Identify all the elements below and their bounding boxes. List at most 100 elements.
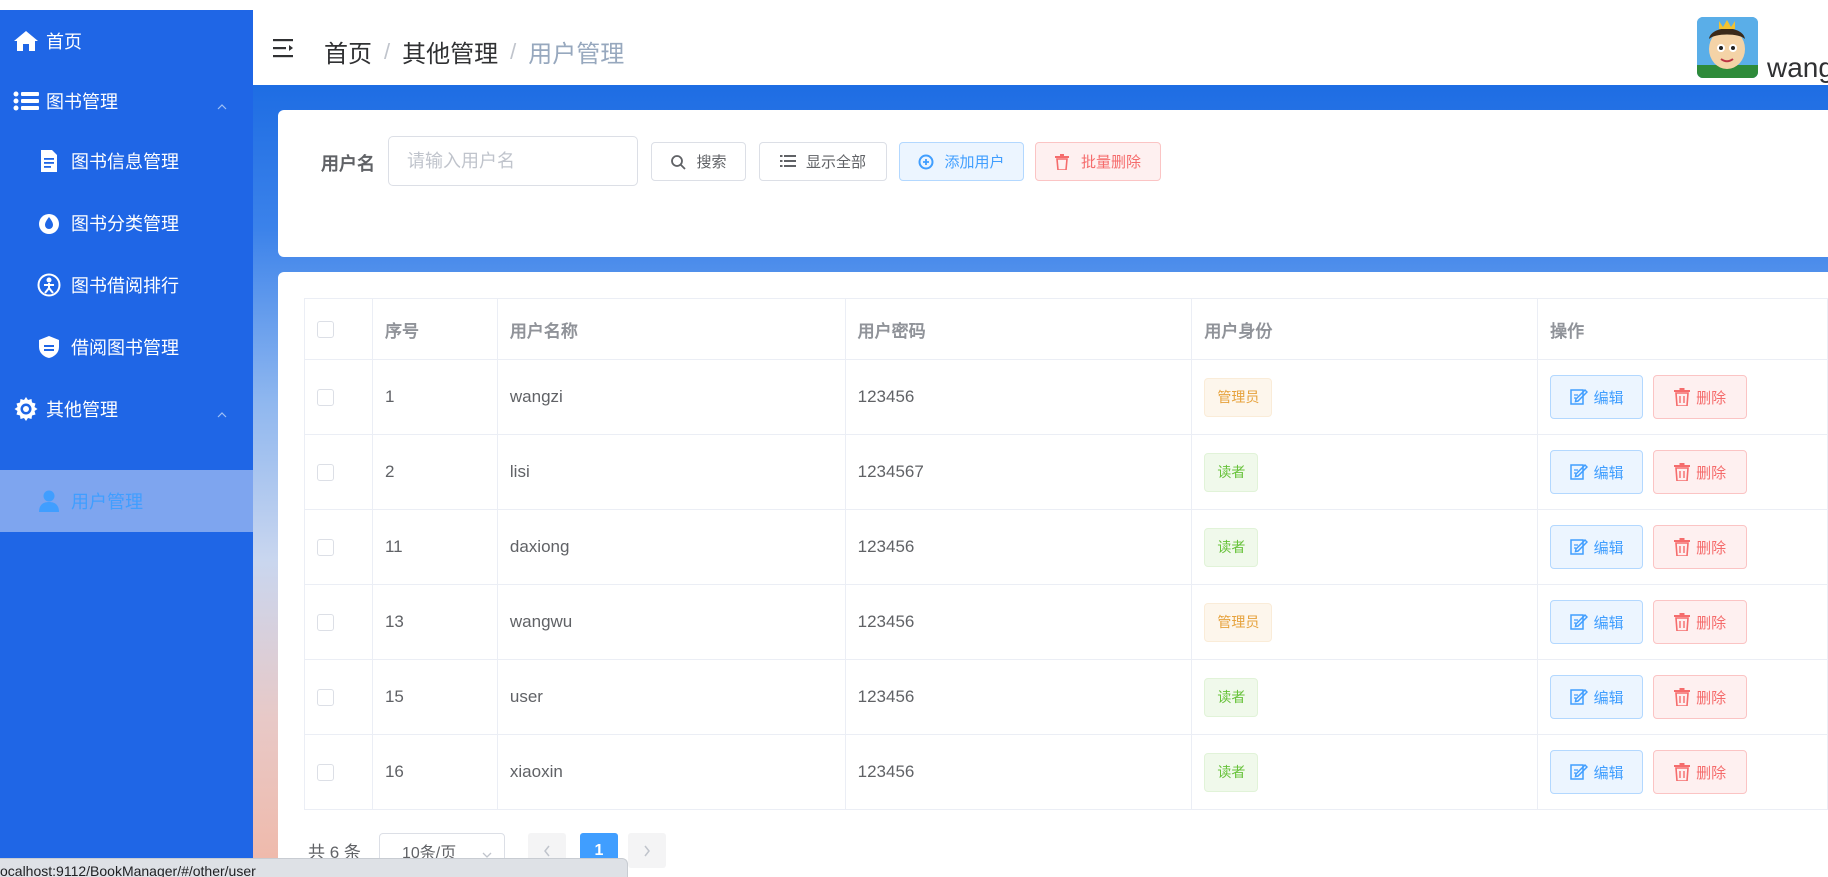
actions-cell: 编辑 删除 <box>1537 734 1828 810</box>
avatar[interactable] <box>1697 17 1758 78</box>
menu-fold-icon[interactable] <box>273 38 295 58</box>
trash-icon <box>1674 388 1691 406</box>
select-cell <box>304 584 373 660</box>
sidebar-item-other-management[interactable]: 其他管理 <box>0 378 253 440</box>
actions-cell: 编辑 删除 <box>1537 659 1828 735</box>
username-search-input[interactable] <box>388 136 638 186</box>
column-header: 操作 <box>1537 298 1828 360</box>
add-circle-icon <box>918 154 934 170</box>
role-tag: 读者 <box>1204 452 1259 492</box>
trash-icon <box>1674 763 1691 781</box>
select-cell <box>304 659 373 735</box>
role-tag: 读者 <box>1204 752 1259 792</box>
sidebar-item-label: 图书分类管理 <box>71 214 179 234</box>
id-cell: 16 <box>371 734 498 810</box>
row-checkbox[interactable] <box>317 614 334 632</box>
table-row[interactable]: 13 wangwu 123456 管理员 编辑 删除 <box>304 584 1828 660</box>
delete-button[interactable]: 删除 <box>1653 600 1748 644</box>
edit-button[interactable]: 编辑 <box>1550 600 1644 644</box>
column-header: 用户名称 <box>496 298 846 360</box>
id-cell: 2 <box>371 434 498 510</box>
id-cell: 11 <box>371 509 498 585</box>
sidebar-item-label: 图书借阅排行 <box>71 276 179 296</box>
sidebar-item-user-management[interactable]: 用户管理 <box>0 470 253 532</box>
badge-icon <box>36 334 62 360</box>
delete-button[interactable]: 删除 <box>1653 375 1748 419</box>
delete-button[interactable]: 删除 <box>1653 525 1748 569</box>
breadcrumb: 首页 / 其他管理 / 用户管理 <box>324 34 624 69</box>
row-checkbox[interactable] <box>317 464 334 482</box>
table-row[interactable]: 11 daxiong 123456 读者 编辑 删除 <box>304 509 1828 585</box>
chevron-right-icon <box>644 845 650 856</box>
select-all-checkbox[interactable] <box>317 321 334 339</box>
breadcrumb-separator: / <box>510 38 517 64</box>
username[interactable]: wang <box>1767 52 1828 84</box>
edit-button[interactable]: 编辑 <box>1550 750 1644 794</box>
row-checkbox[interactable] <box>317 689 334 707</box>
password-cell: 123456 <box>844 359 1193 435</box>
delete-button[interactable]: 删除 <box>1653 675 1748 719</box>
role-tag: 读者 <box>1204 677 1259 717</box>
id-cell: 13 <box>371 584 498 660</box>
search-panel: 用户名 搜索 显示全部 添加用户 批量删除 <box>278 110 1828 257</box>
ranking-icon <box>36 272 62 298</box>
password-cell: 1234567 <box>844 434 1193 510</box>
sidebar-item-book-category[interactable]: 图书分类管理 <box>0 192 253 254</box>
edit-icon <box>1569 388 1588 405</box>
table-row[interactable]: 2 lisi 1234567 读者 编辑 删除 <box>304 434 1828 510</box>
username-cell: lisi <box>496 434 846 510</box>
sidebar-item-label: 其他管理 <box>46 400 118 420</box>
batch-delete-button-label: 批量删除 <box>1080 154 1141 171</box>
actions-cell: 编辑 删除 <box>1537 509 1828 585</box>
breadcrumb-other-management[interactable]: 其他管理 <box>402 34 498 69</box>
chevron-left-icon <box>544 845 550 856</box>
sidebar-item-borrow-management[interactable]: 借阅图书管理 <box>0 316 253 378</box>
edit-button[interactable]: 编辑 <box>1550 675 1644 719</box>
sidebar-item-book-info[interactable]: 图书信息管理 <box>0 130 253 192</box>
edit-button-label: 编辑 <box>1593 764 1624 782</box>
trash-icon <box>1674 613 1691 631</box>
sidebar-item-label: 图书信息管理 <box>71 152 179 172</box>
delete-button[interactable]: 删除 <box>1653 750 1748 794</box>
role-cell: 读者 <box>1191 434 1539 510</box>
select-cell <box>304 509 373 585</box>
sidebar-item-label: 借阅图书管理 <box>71 338 179 358</box>
edit-icon <box>1569 613 1588 630</box>
edit-icon <box>1569 763 1588 780</box>
actions-cell: 编辑 删除 <box>1537 359 1828 435</box>
edit-button[interactable]: 编辑 <box>1550 375 1644 419</box>
row-checkbox[interactable] <box>317 764 334 782</box>
edit-button[interactable]: 编辑 <box>1550 450 1644 494</box>
select-cell <box>304 734 373 810</box>
row-checkbox[interactable] <box>317 539 334 557</box>
table-row[interactable]: 16 xiaoxin 123456 读者 编辑 删除 <box>304 734 1828 810</box>
table-row[interactable]: 1 wangzi 123456 管理员 编辑 删除 <box>304 359 1828 435</box>
search-button[interactable]: 搜索 <box>651 142 746 181</box>
edit-button[interactable]: 编辑 <box>1550 525 1644 569</box>
sidebar-item-label: 首页 <box>46 32 82 52</box>
batch-delete-button[interactable]: 批量删除 <box>1035 142 1161 181</box>
role-cell: 管理员 <box>1191 584 1539 660</box>
actions-cell: 编辑 删除 <box>1537 434 1828 510</box>
sidebar-item-book-ranking[interactable]: 图书借阅排行 <box>0 254 253 316</box>
next-page-button[interactable] <box>628 833 666 868</box>
username-cell: user <box>496 659 846 735</box>
edit-button-label: 编辑 <box>1593 389 1624 407</box>
sidebar-item-book-management[interactable]: 图书管理 <box>0 70 253 132</box>
edit-icon <box>1569 538 1588 555</box>
password-cell: 123456 <box>844 659 1193 735</box>
password-cell: 123456 <box>844 509 1193 585</box>
table-row[interactable]: 15 user 123456 读者 编辑 删除 <box>304 659 1828 735</box>
add-user-button[interactable]: 添加用户 <box>899 142 1024 181</box>
column-header: 用户身份 <box>1191 298 1539 360</box>
sidebar-item-home[interactable]: 首页 <box>0 10 253 72</box>
show-all-button[interactable]: 显示全部 <box>759 142 887 181</box>
role-cell: 管理员 <box>1191 359 1539 435</box>
document-icon <box>36 148 62 174</box>
delete-button[interactable]: 删除 <box>1653 450 1748 494</box>
row-checkbox[interactable] <box>317 389 334 407</box>
trash-icon <box>1674 538 1691 556</box>
chevron-up-icon <box>217 96 227 110</box>
breadcrumb-home[interactable]: 首页 <box>324 34 372 69</box>
search-label: 用户名 <box>321 154 375 174</box>
